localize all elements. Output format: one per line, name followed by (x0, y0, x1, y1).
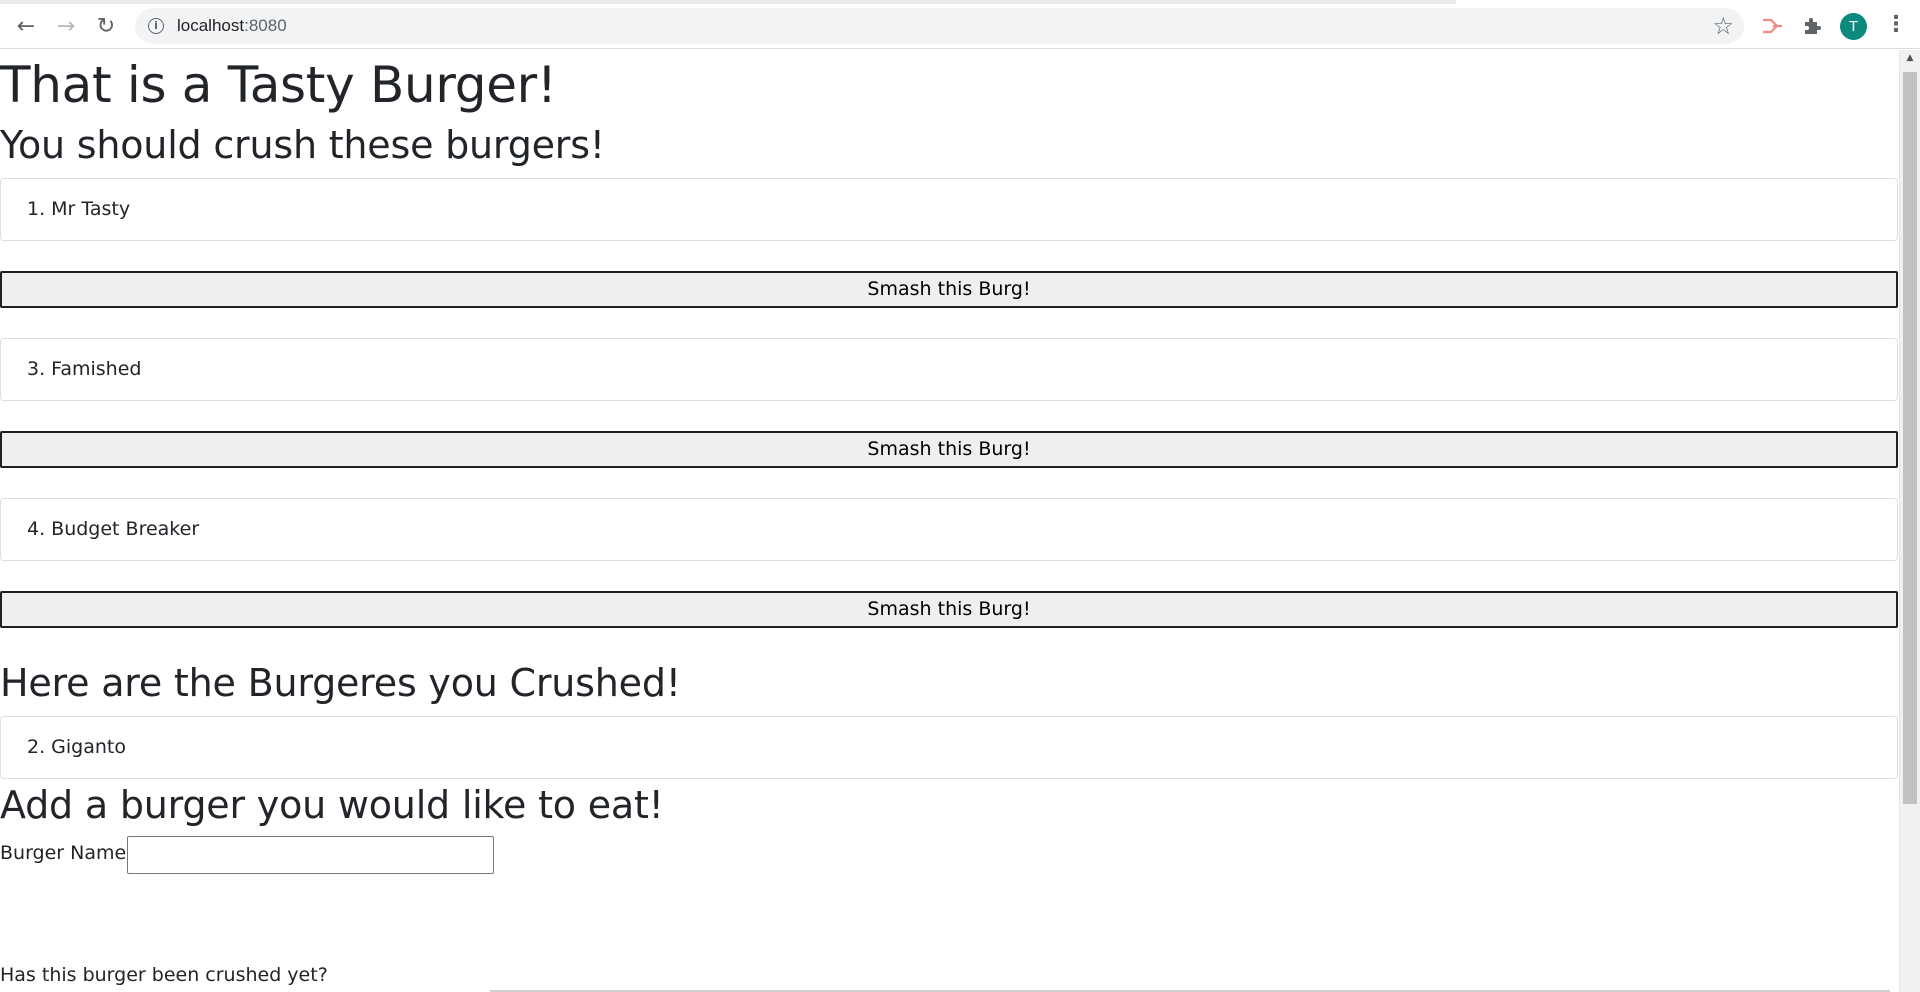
uneaten-heading: You should crush these burgers! (0, 123, 605, 167)
url-text[interactable]: localhost:8080 (177, 16, 287, 36)
extensions-puzzle-icon[interactable] (1797, 11, 1827, 41)
profile-avatar[interactable]: T (1840, 13, 1867, 40)
uneaten-burger-item: 1. Mr Tasty (0, 178, 1898, 241)
burger-name-input[interactable] (127, 836, 494, 874)
page-viewport: That is a Tasty Burger! You should crush… (0, 50, 1899, 992)
eaten-heading: Here are the Burgeres you Crushed! (0, 661, 681, 705)
browser-toolbar: ← → ↻ i localhost:8080 ☆ T ⋮ (0, 0, 1920, 49)
eaten-burger-item: 2. Giganto (0, 716, 1898, 779)
page-scrollbar[interactable]: ▲ (1899, 50, 1920, 992)
uneaten-burger-item: 3. Famished (0, 338, 1898, 401)
smash-burger-button[interactable]: Smash this Burg! (0, 591, 1898, 628)
reload-icon[interactable]: ↻ (89, 9, 123, 43)
uneaten-burger-item: 4. Budget Breaker (0, 498, 1898, 561)
site-info-icon[interactable]: i (148, 18, 164, 34)
forward-icon[interactable]: → (49, 9, 83, 43)
smash-burger-button[interactable]: Smash this Burg! (0, 431, 1898, 468)
cast-arrow-icon (1763, 18, 1782, 34)
back-icon[interactable]: ← (9, 9, 43, 43)
page-title: That is a Tasty Burger! (0, 56, 557, 114)
tab-strip-edge (0, 0, 1456, 4)
extension-cast-icon[interactable] (1757, 11, 1787, 41)
crushed-question-label: Has this burger been crushed yet? (0, 964, 328, 986)
puzzle-shape-icon (1805, 18, 1821, 34)
address-bar[interactable]: i localhost:8080 ☆ (135, 8, 1744, 44)
burger-name-label: Burger Name: (0, 842, 133, 864)
scrollbar-thumb[interactable] (1903, 72, 1917, 804)
url-host: localhost (177, 16, 245, 35)
bookmark-star-icon[interactable]: ☆ (1712, 12, 1734, 40)
add-burger-heading: Add a burger you would like to eat! (0, 783, 664, 827)
smash-burger-button[interactable]: Smash this Burg! (0, 271, 1898, 308)
url-port: :8080 (244, 16, 287, 35)
browser-menu-icon[interactable]: ⋮ (1885, 10, 1907, 40)
scroll-up-arrow-icon[interactable]: ▲ (1900, 50, 1920, 67)
